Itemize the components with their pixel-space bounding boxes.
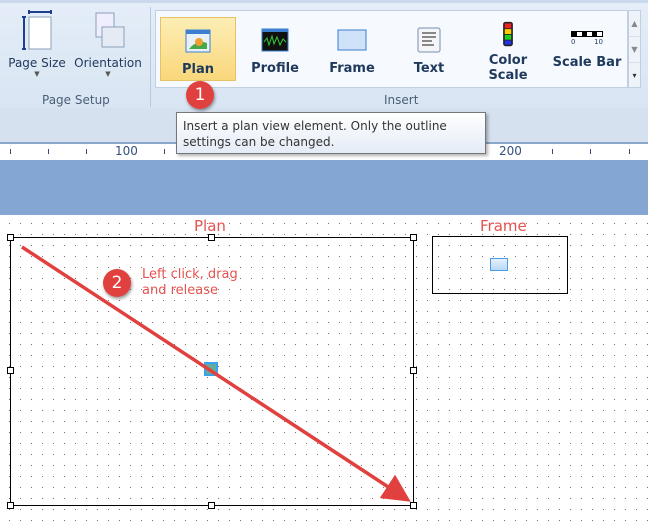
text-label: Text bbox=[413, 61, 445, 76]
insert-plan-button[interactable]: Plan bbox=[160, 17, 236, 81]
group-divider bbox=[150, 7, 151, 107]
scale-bar-label: Scale Bar bbox=[552, 55, 622, 70]
orientation-label: Orientation bbox=[74, 56, 142, 70]
ruler-label: 100 bbox=[115, 144, 138, 158]
insert-scale-bar-button[interactable]: 0 10 Scale Bar bbox=[549, 17, 625, 81]
chevron-down-icon: ▼ bbox=[105, 70, 111, 78]
step2-badge: 2 bbox=[103, 269, 131, 297]
insert-color-scale-button[interactable]: Color Scale bbox=[468, 17, 548, 83]
profile-label: Profile bbox=[251, 61, 299, 76]
gallery-scrollbar[interactable]: ▲ ▼ ▾ bbox=[628, 10, 641, 88]
chevron-down-icon: ▼ bbox=[34, 70, 40, 78]
orientation-button[interactable]: Orientation ▼ bbox=[72, 9, 144, 78]
insert-group-label: Insert bbox=[384, 93, 419, 107]
ribbon: Page Size ▼ Orientation ▼ Page Setup Pla… bbox=[0, 0, 648, 108]
frame-label: Frame bbox=[329, 61, 375, 76]
page-size-icon bbox=[22, 10, 52, 50]
step2-instruction: Left click, drag and release bbox=[142, 267, 238, 299]
drag-arrow bbox=[21, 245, 411, 502]
page-margin-area bbox=[0, 160, 648, 215]
insert-profile-button[interactable]: Profile bbox=[237, 17, 313, 81]
profile-icon bbox=[261, 28, 289, 52]
color-scale-label: Color Scale bbox=[488, 53, 528, 83]
step1-badge: 1 bbox=[186, 81, 214, 109]
insert-text-button[interactable]: Text bbox=[391, 17, 467, 81]
plan-icon bbox=[185, 29, 211, 53]
scale-bar-tick: 10 bbox=[594, 38, 603, 46]
insert-gallery: Plan Profile Frame Text Color Scale 0 10… bbox=[155, 10, 628, 88]
layout-canvas[interactable]: Plan Frame Left click, drag and release … bbox=[0, 215, 648, 522]
instruction-line: Left click, drag bbox=[142, 267, 238, 282]
page-setup-group-label: Page Setup bbox=[42, 93, 110, 107]
scroll-up-icon[interactable]: ▲ bbox=[629, 11, 640, 37]
ruler-label: 200 bbox=[499, 144, 522, 158]
frame-icon bbox=[337, 29, 367, 51]
color-scale-icon bbox=[503, 21, 513, 47]
text-icon bbox=[417, 27, 441, 53]
scroll-down-icon[interactable]: ▼ bbox=[629, 37, 640, 63]
scale-bar-tick: 0 bbox=[571, 38, 576, 46]
insert-frame-button[interactable]: Frame bbox=[314, 17, 390, 81]
plan-tooltip: Insert a plan view element. Only the out… bbox=[176, 112, 486, 154]
plan-label: Plan bbox=[181, 62, 214, 77]
gallery-expand-icon[interactable]: ▾ bbox=[629, 63, 640, 89]
instruction-line: and release bbox=[142, 283, 218, 298]
scale-bar-icon: 0 10 bbox=[571, 31, 603, 51]
page-size-button[interactable]: Page Size ▼ bbox=[6, 9, 68, 78]
orientation-icon bbox=[95, 12, 125, 48]
page-size-label: Page Size bbox=[8, 56, 66, 70]
